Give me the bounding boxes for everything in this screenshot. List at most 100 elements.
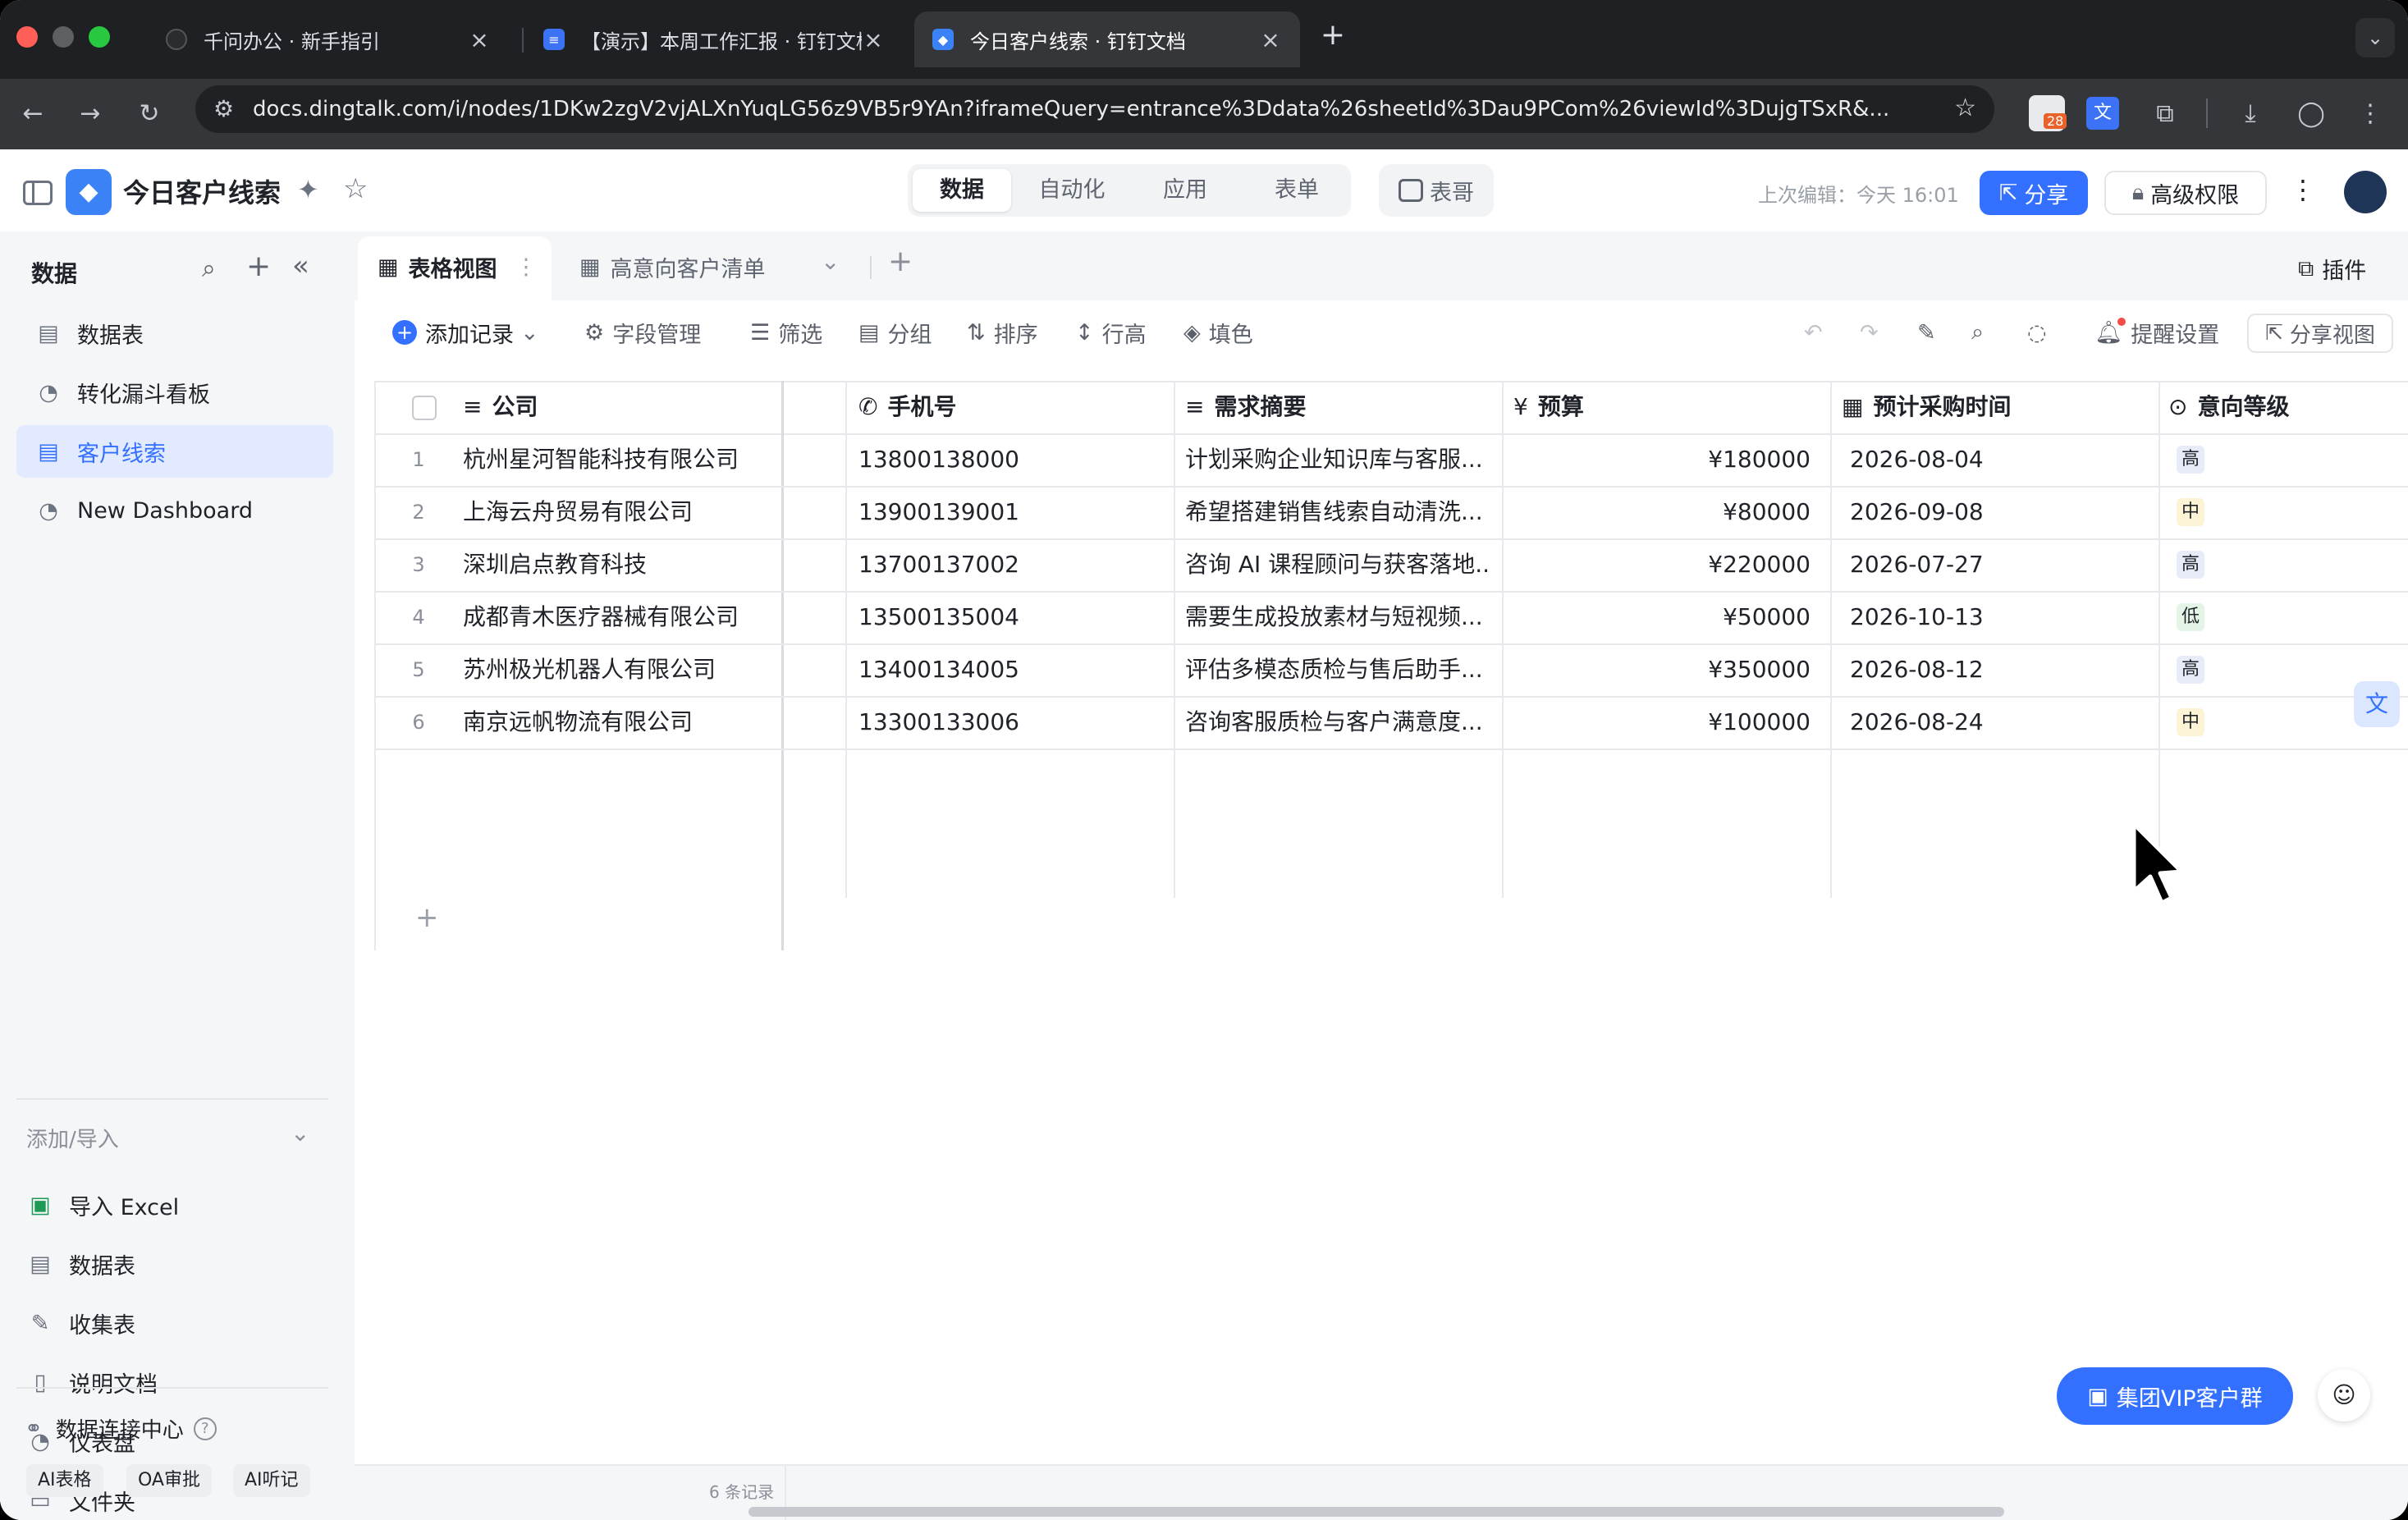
sidebar-item-customer-leads[interactable]: ▤ 客户线索: [16, 425, 333, 478]
new-tab-button[interactable]: +: [1316, 18, 1349, 56]
row-number[interactable]: 5: [374, 643, 463, 696]
table-row[interactable]: 2 上海云舟贸易有限公司 13900139001 希望搭建销售线索自动清洗... ¥80…: [374, 486, 2408, 538]
close-icon[interactable]: ×: [1259, 26, 1282, 53]
cell-summary[interactable]: 计划采购企业知识库与客服...: [1185, 433, 1489, 486]
filter-button[interactable]: ☰ 筛选: [750, 314, 822, 351]
cell-company[interactable]: 杭州星河智能科技有限公司: [463, 433, 775, 486]
browser-tab[interactable]: 千问办公 · 新手指引 ×: [148, 11, 509, 67]
row-height-button[interactable]: ↕ 行高: [1075, 314, 1147, 351]
cell-company[interactable]: 成都青木医疗器械有限公司: [463, 591, 775, 643]
table-row[interactable]: 6 南京远帆物流有限公司 13300133006 咨询客服质检与客户满意度... ¥10…: [374, 696, 2408, 749]
views-dropdown-icon[interactable]: ⌄: [821, 248, 840, 275]
avatar[interactable]: [2344, 171, 2387, 213]
group-button[interactable]: ▤ 分组: [858, 314, 932, 351]
tab-apps[interactable]: 应用: [1136, 167, 1234, 213]
add-view-icon[interactable]: +: [888, 245, 913, 278]
view-tab-table[interactable]: ▦ 表格视图 ⋮: [378, 251, 538, 283]
data-hub-link[interactable]: ⚭ 数据连接中心 ?: [25, 1413, 217, 1444]
undo-icon[interactable]: ↶: [1804, 314, 1823, 351]
cell-budget[interactable]: ¥180000: [1513, 433, 1817, 486]
search-icon[interactable]: ⌕: [1971, 314, 1984, 351]
cell-budget[interactable]: ¥350000: [1513, 643, 1817, 696]
row-number[interactable]: 6: [374, 696, 463, 749]
column-header-budget[interactable]: ¥ 预算: [1513, 381, 1817, 433]
download-icon[interactable]: ⤓: [2232, 95, 2268, 131]
new-form-item[interactable]: ✎ 收集表: [8, 1297, 325, 1349]
row-number[interactable]: 2: [374, 486, 463, 538]
horizontal-scrollbar[interactable]: [748, 1507, 2004, 1517]
assistant-button[interactable]: 表哥: [1379, 164, 1494, 217]
cell-summary[interactable]: 评估多模态质检与售后助手...: [1185, 643, 1489, 696]
column-header-summary[interactable]: ≡ 需求摘要: [1185, 381, 1489, 433]
close-icon[interactable]: ×: [862, 26, 885, 53]
plugins-button[interactable]: ⧉ 插件: [2298, 253, 2366, 285]
vip-group-button[interactable]: ▣ 集团VIP客户群: [2057, 1367, 2293, 1425]
comment-icon[interactable]: ◌: [2027, 314, 2047, 351]
cell-date[interactable]: 2026-08-12: [1850, 643, 2145, 696]
chip-ai-table[interactable]: AI表格: [26, 1464, 103, 1497]
share-button[interactable]: ⇱ 分享: [1980, 171, 2088, 215]
row-number[interactable]: 3: [374, 538, 463, 591]
profile-icon[interactable]: ◯: [2293, 95, 2329, 131]
cell-summary[interactable]: 咨询 AI 课程顾问与获客落地...: [1185, 538, 1489, 591]
cell-company[interactable]: 苏州极光机器人有限公司: [463, 643, 775, 696]
extension-icon[interactable]: 28: [2029, 95, 2067, 131]
field-manager-button[interactable]: ⚙ 字段管理: [584, 314, 701, 351]
browser-tab-active[interactable]: ◆ 今日客户线索 · 钉钉文档 ×: [914, 11, 1300, 67]
view-more-icon[interactable]: ⋮: [515, 254, 538, 280]
cell-summary[interactable]: 希望搭建销售线索自动清洗...: [1185, 486, 1489, 538]
sidebar-toggle-icon[interactable]: [23, 181, 53, 205]
intent-level-badge[interactable]: 低: [2177, 603, 2204, 631]
edit-icon[interactable]: ✎: [1917, 314, 1936, 351]
cell-phone[interactable]: 13500135004: [858, 591, 1162, 643]
menu-kebab-icon[interactable]: ⋮: [2352, 95, 2388, 131]
cell-phone[interactable]: 13400134005: [858, 643, 1162, 696]
bookmark-star-icon[interactable]: ☆: [1954, 94, 1976, 122]
sidebar-item-new-dashboard[interactable]: ◔ New Dashboard: [16, 484, 333, 537]
intent-level-badge[interactable]: 高: [2177, 446, 2204, 474]
more-menu-icon[interactable]: ⋮: [2290, 174, 2316, 205]
extensions-puzzle-icon[interactable]: ⧉: [2147, 95, 2183, 131]
close-window-button[interactable]: [16, 26, 38, 48]
sidebar-item-funnel-dashboard[interactable]: ◔ 转化漏斗看板: [16, 366, 333, 419]
address-bar[interactable]: ⚙ docs.dingtalk.com/i/nodes/1DKw2zgV2vjA…: [195, 85, 1994, 133]
chevron-down-icon[interactable]: ⌄: [291, 1119, 309, 1147]
reminder-button[interactable]: 🔔︎ 提醒设置: [2094, 314, 2219, 351]
pin-icon[interactable]: ✦: [297, 174, 319, 205]
intent-level-badge[interactable]: 中: [2177, 498, 2204, 526]
new-doc-item[interactable]: ▯ 说明文档: [8, 1356, 325, 1408]
translate-float-icon[interactable]: 文: [2354, 681, 2400, 727]
row-number[interactable]: 1: [374, 433, 463, 486]
cell-phone[interactable]: 13800138000: [858, 433, 1162, 486]
table-row[interactable]: 4 成都青木医疗器械有限公司 13500135004 需要生成投放素材与短视频... ¥…: [374, 591, 2408, 643]
new-data-table-item[interactable]: ▤ 数据表: [8, 1238, 325, 1290]
help-icon[interactable]: ?: [193, 1417, 217, 1440]
minimize-window-button[interactable]: [53, 26, 74, 48]
tab-search-button[interactable]: ⌄: [2355, 18, 2395, 57]
row-number[interactable]: 4: [374, 591, 463, 643]
table-row[interactable]: 3 深圳启点教育科技 13700137002 咨询 AI 课程顾问与获客落地... ¥2…: [374, 538, 2408, 591]
cell-budget[interactable]: ¥220000: [1513, 538, 1817, 591]
intent-level-badge[interactable]: 高: [2177, 656, 2204, 684]
cell-summary[interactable]: 咨询客服质检与客户满意度...: [1185, 696, 1489, 749]
cell-date[interactable]: 2026-07-27: [1850, 538, 2145, 591]
table-row[interactable]: 1 杭州星河智能科技有限公司 13800138000 计划采购企业知识库与客服... ¥…: [374, 433, 2408, 486]
cell-budget[interactable]: ¥50000: [1513, 591, 1817, 643]
column-header-level[interactable]: ⊙ 意向等级: [2168, 381, 2406, 433]
cell-phone[interactable]: 13700137002: [858, 538, 1162, 591]
favorite-star-icon[interactable]: ☆: [343, 172, 368, 205]
cell-date[interactable]: 2026-10-13: [1850, 591, 2145, 643]
view-tab-high-intent[interactable]: ▦ 高意向客户清单: [579, 251, 766, 283]
permissions-button[interactable]: 🔒︎ 高级权限: [2104, 171, 2267, 215]
column-header-company[interactable]: ≡ 公司: [463, 381, 775, 433]
cell-company[interactable]: 上海云舟贸易有限公司: [463, 486, 775, 538]
back-icon[interactable]: ←: [15, 95, 51, 131]
cell-date[interactable]: 2026-09-08: [1850, 486, 2145, 538]
cell-company[interactable]: 深圳启点教育科技: [463, 538, 775, 591]
site-settings-icon[interactable]: ⚙: [213, 95, 234, 122]
fill-color-button[interactable]: ◈ 填色: [1183, 314, 1253, 351]
intent-level-badge[interactable]: 中: [2177, 708, 2204, 736]
tab-form[interactable]: 表单: [1247, 167, 1346, 213]
chip-oa[interactable]: OA审批: [126, 1464, 212, 1497]
table-row[interactable]: 5 苏州极光机器人有限公司 13400134005 评估多模态质检与售后助手... ¥3…: [374, 643, 2408, 696]
